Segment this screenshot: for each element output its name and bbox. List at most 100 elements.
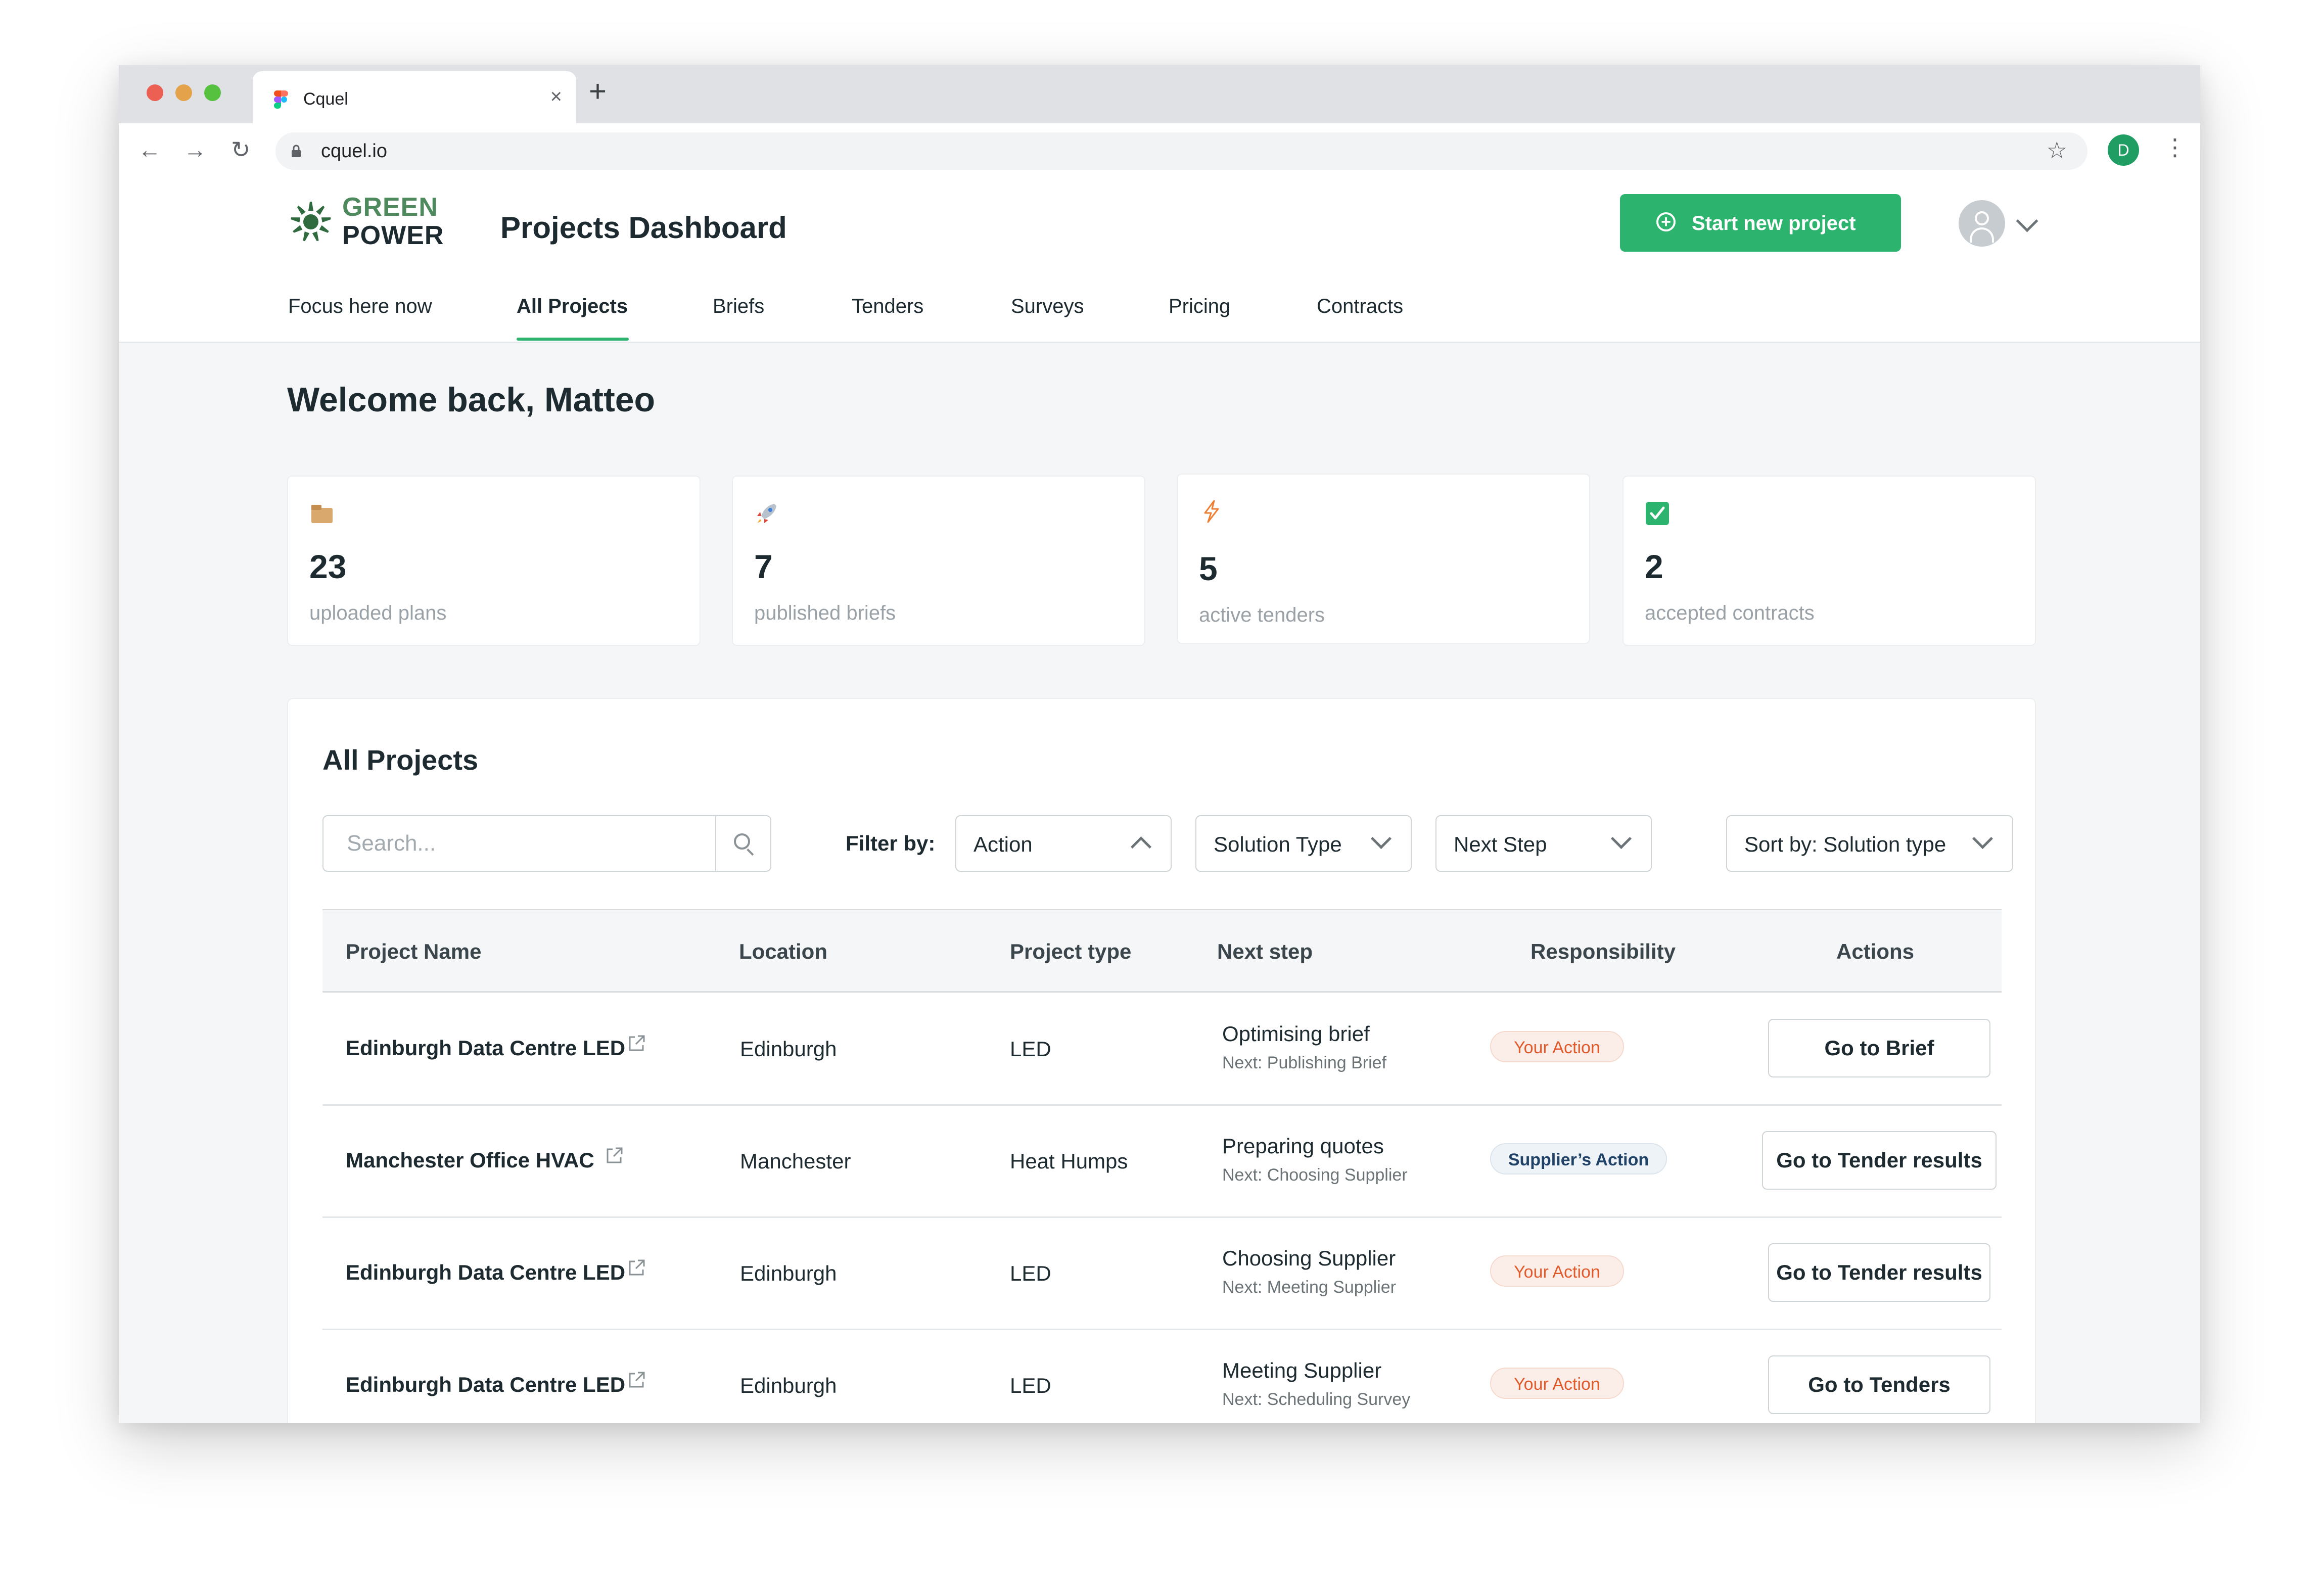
- welcome-heading: Welcome back, Matteo: [287, 381, 656, 419]
- project-name-link[interactable]: Manchester Office HVAC: [346, 1148, 594, 1172]
- table-header: Project Name Location Project type Next …: [322, 909, 2002, 993]
- search-divider: [715, 816, 716, 871]
- all-projects-card: All Projects Filter by: Action Solution …: [287, 698, 2036, 1423]
- stat-label: uploaded plans: [309, 602, 447, 624]
- tab-focus-here-now[interactable]: Focus here now: [288, 295, 432, 318]
- logo-wordmark: GREEN POWER: [342, 193, 444, 250]
- user-avatar[interactable]: [1959, 200, 2005, 247]
- column-header[interactable]: Responsibility: [1530, 940, 1676, 964]
- active-tab-indicator: [517, 338, 629, 341]
- go-to-tender-results-button[interactable]: Go to Tender results: [1762, 1131, 1997, 1190]
- chevron-down-icon[interactable]: [2016, 210, 2038, 232]
- dropdown-value: Sort by: Solution type: [1744, 832, 1946, 856]
- browser-menu-icon[interactable]: ⋮: [2163, 133, 2187, 161]
- filter-next-step-dropdown[interactable]: Next Step: [1435, 815, 1652, 872]
- filter-label: Filter by:: [846, 831, 936, 855]
- external-link-icon[interactable]: [605, 1146, 624, 1165]
- responsibility-badge: Your Action: [1490, 1031, 1624, 1062]
- address-bar[interactable]: cquel.io ☆: [275, 132, 2088, 170]
- next-step-current: Choosing Supplier: [1222, 1246, 1396, 1270]
- external-link-icon[interactable]: [627, 1034, 646, 1053]
- browser-tab[interactable]: Cquel ×: [253, 71, 576, 123]
- chevron-down-icon: [1972, 828, 1993, 850]
- dropdown-value: Next Step: [1454, 832, 1547, 856]
- start-new-project-button[interactable]: + Start new project: [1620, 194, 1901, 252]
- new-tab-button[interactable]: +: [589, 76, 607, 107]
- rocket-icon: [757, 504, 776, 523]
- table-row: Edinburgh Data Centre LED Edinburgh LED …: [322, 1330, 2002, 1423]
- tab-briefs[interactable]: Briefs: [713, 295, 764, 318]
- stat-card-uploaded-plans: 23 uploaded plans: [287, 476, 701, 646]
- tab-all-projects[interactable]: All Projects: [517, 295, 628, 318]
- plus-circle-icon: +: [1656, 212, 1676, 231]
- search-box: [322, 815, 771, 872]
- all-projects-heading: All Projects: [322, 744, 479, 776]
- stat-value: 2: [1645, 548, 1663, 585]
- column-header[interactable]: Actions: [1836, 940, 1914, 964]
- reload-icon[interactable]: ↻: [231, 134, 251, 165]
- section-tabs: Focus here now All Projects Briefs Tende…: [119, 271, 2200, 343]
- start-new-project-label: Start new project: [1692, 212, 1856, 234]
- dropdown-value: Action: [973, 832, 1033, 856]
- logo-line-power: POWER: [342, 221, 444, 250]
- project-name-link[interactable]: Edinburgh Data Centre LED: [346, 1036, 625, 1060]
- user-icon-body: [1970, 227, 1994, 243]
- column-header[interactable]: Project Name: [346, 940, 481, 964]
- chevron-down-icon: [1610, 828, 1632, 850]
- user-icon: [1975, 211, 1989, 225]
- search-input[interactable]: [324, 817, 709, 870]
- app-header: GREEN POWER Projects Dashboard + Start n…: [119, 179, 2200, 272]
- project-type-cell: LED: [1010, 1261, 1051, 1285]
- table-row: Manchester Office HVAC Manchester Heat H…: [322, 1106, 2002, 1218]
- tab-surveys[interactable]: Surveys: [1011, 295, 1084, 318]
- table-row: Edinburgh Data Centre LED Edinburgh LED …: [322, 994, 2002, 1106]
- lock-icon: [292, 145, 301, 157]
- table-row: Edinburgh Data Centre LED Edinburgh LED …: [322, 1218, 2002, 1330]
- stat-card-accepted-contracts: 2 accepted contracts: [1622, 476, 2036, 646]
- sort-dropdown[interactable]: Sort by: Solution type: [1726, 815, 2013, 872]
- filter-solution-type-dropdown[interactable]: Solution Type: [1195, 815, 1412, 872]
- stat-value: 5: [1199, 550, 1218, 587]
- chevron-up-icon: [1130, 836, 1152, 858]
- back-arrow-icon[interactable]: ←: [138, 134, 161, 165]
- responsibility-badge: Your Action: [1490, 1255, 1624, 1287]
- tab-pricing[interactable]: Pricing: [1169, 295, 1230, 318]
- checkbox-icon: [1646, 502, 1669, 525]
- responsibility-badge: Your Action: [1490, 1368, 1624, 1399]
- external-link-icon[interactable]: [627, 1371, 646, 1390]
- close-tab-icon[interactable]: ×: [550, 85, 562, 108]
- responsibility-badge: Supplier’s Action: [1490, 1143, 1667, 1175]
- filter-action-dropdown[interactable]: Action: [955, 815, 1172, 872]
- next-step-upcoming: Next: Choosing Supplier: [1222, 1165, 1408, 1185]
- figma-icon: [274, 90, 288, 109]
- external-link-icon[interactable]: [627, 1258, 646, 1278]
- tab-tenders[interactable]: Tenders: [852, 295, 923, 318]
- project-type-cell: LED: [1010, 1037, 1051, 1061]
- stat-label: active tenders: [1199, 604, 1325, 626]
- column-header[interactable]: Project type: [1010, 940, 1131, 964]
- logo-line-green: GREEN: [342, 193, 438, 222]
- forward-arrow-icon[interactable]: →: [183, 134, 207, 165]
- column-header[interactable]: Next step: [1217, 940, 1313, 964]
- location-cell: Edinburgh: [740, 1261, 837, 1285]
- stat-value: 23: [309, 548, 347, 585]
- browser-toolbar: ← → ↻ cquel.io ☆ D ⋮: [119, 123, 2200, 179]
- tab-contracts[interactable]: Contracts: [1317, 295, 1403, 318]
- search-icon[interactable]: [734, 833, 750, 850]
- go-to-tenders-button[interactable]: Go to Tenders: [1768, 1355, 1990, 1414]
- browser-window: Cquel × + ← → ↻ cquel.io ☆ D ⋮ GREEN POW…: [119, 65, 2200, 1423]
- column-header[interactable]: Location: [739, 940, 827, 964]
- project-name-link[interactable]: Edinburgh Data Centre LED: [346, 1260, 625, 1285]
- green-power-logo-icon[interactable]: [286, 194, 336, 250]
- stat-card-published-briefs: 7 published briefs: [732, 476, 1145, 646]
- chevron-down-icon: [1370, 828, 1392, 850]
- project-name-link[interactable]: Edinburgh Data Centre LED: [346, 1373, 625, 1397]
- go-to-tender-results-button[interactable]: Go to Tender results: [1768, 1243, 1990, 1302]
- close-window-button[interactable]: [147, 84, 163, 101]
- browser-profile-avatar[interactable]: D: [2108, 134, 2139, 166]
- go-to-brief-button[interactable]: Go to Brief: [1768, 1019, 1990, 1077]
- bookmark-star-icon[interactable]: ☆: [2047, 136, 2067, 164]
- minimize-window-button[interactable]: [175, 84, 192, 101]
- location-cell: Edinburgh: [740, 1374, 837, 1397]
- maximize-window-button[interactable]: [204, 84, 221, 101]
